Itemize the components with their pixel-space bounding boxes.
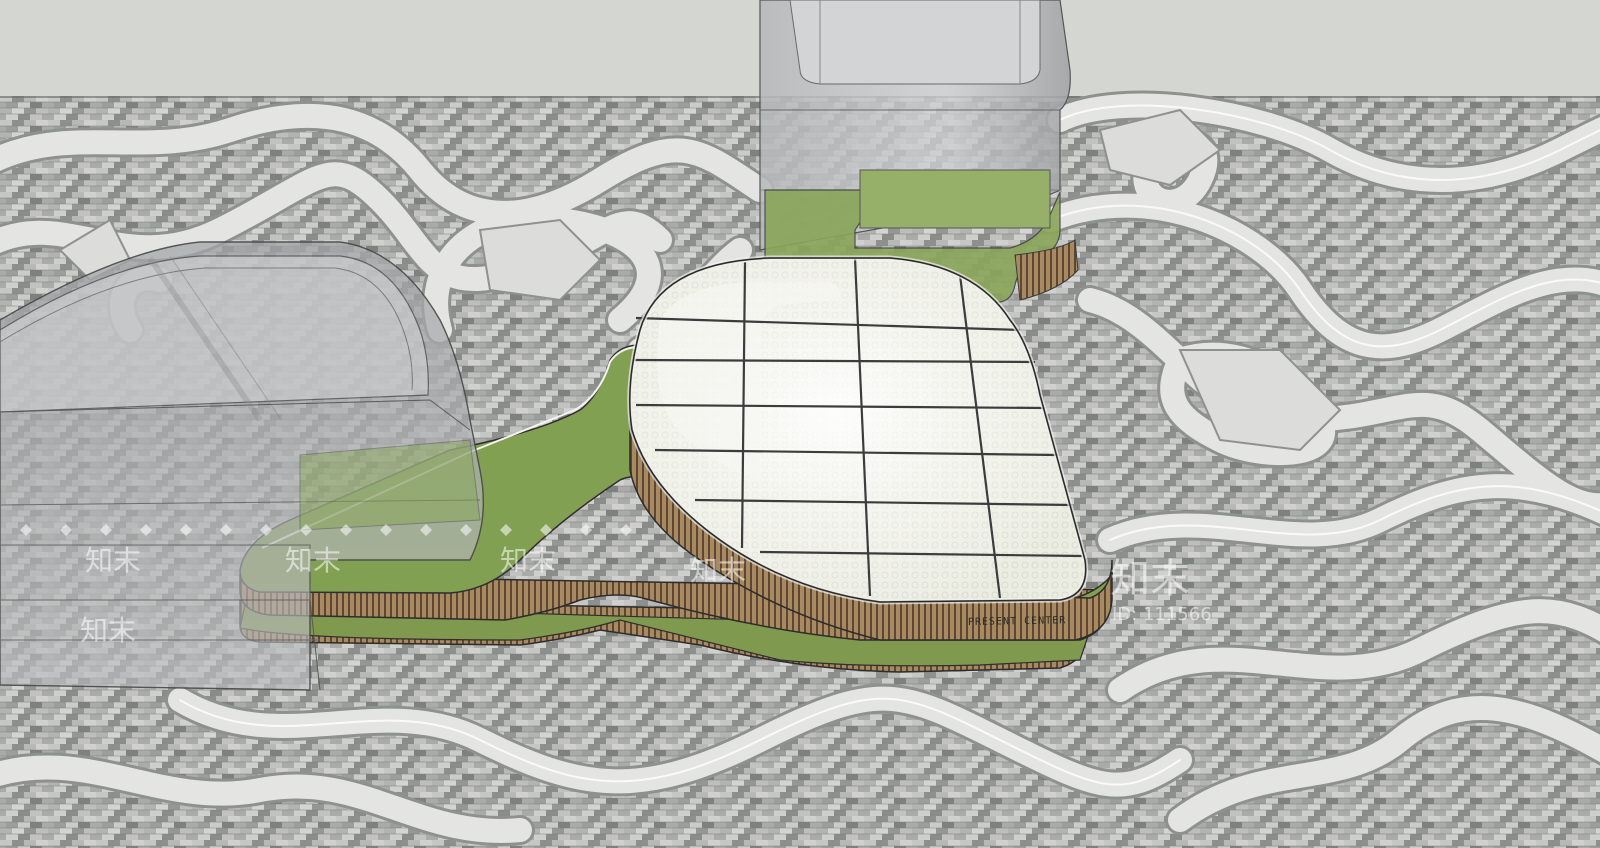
facade-sign: PRESENT CENTER <box>968 615 1066 628</box>
watermark-brand-5: 知末 <box>690 554 746 587</box>
model-viewport[interactable]: PRESENT CENTER 知末 知末 知末 知末 知末 知末 ID: 111… <box>0 0 1600 848</box>
rear-tower-core <box>789 0 1041 85</box>
watermark-brand-3: 知末 <box>500 544 556 577</box>
left-block-green-edge <box>299 439 481 531</box>
watermark-brand-1: 知末 <box>85 544 141 577</box>
watermark-brand-2: 知末 <box>285 544 341 577</box>
watermark-brand-large: 知末 <box>1110 556 1190 602</box>
architectural-model-scene: PRESENT CENTER 知末 知末 知末 知末 知末 知末 ID: 111… <box>0 0 1600 848</box>
watermark-id: ID: 111566 <box>1112 604 1212 625</box>
watermark-brand-4: 知末 <box>80 614 136 647</box>
